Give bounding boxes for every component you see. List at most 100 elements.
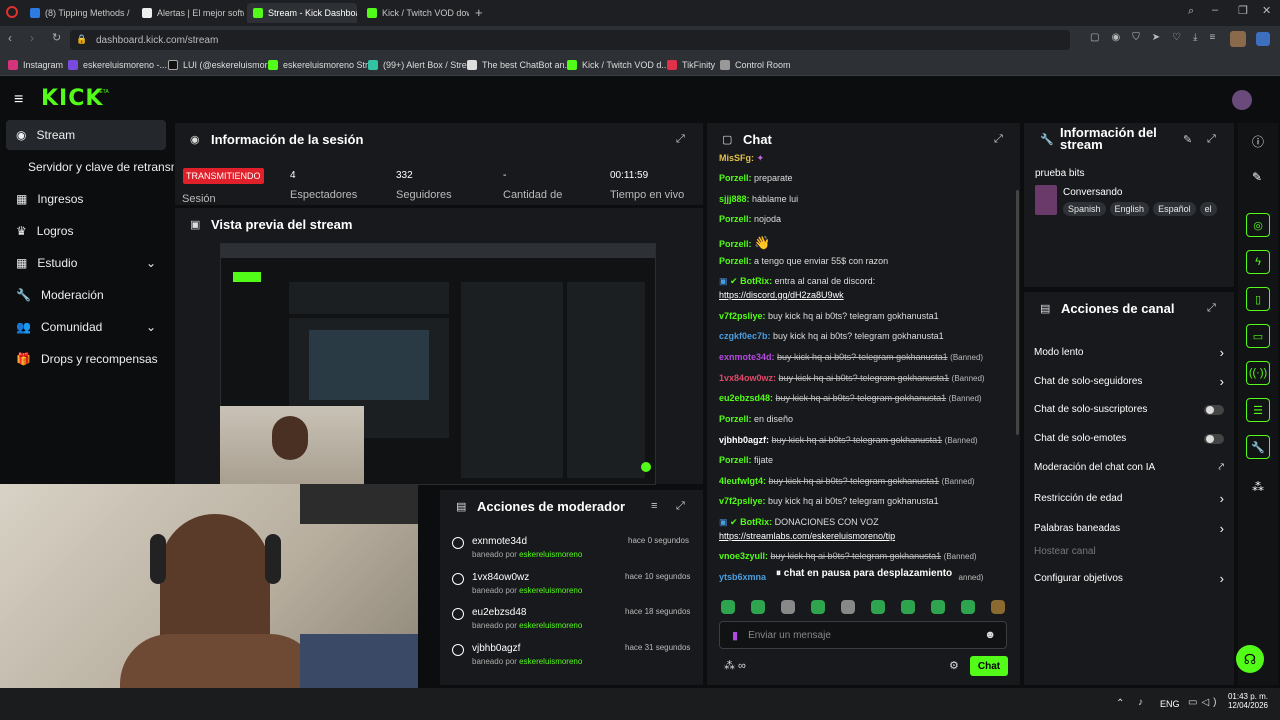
emote-button[interactable] bbox=[751, 600, 765, 614]
popout-icon[interactable]: ⤢ bbox=[1207, 302, 1216, 315]
profile-avatar[interactable] bbox=[1230, 31, 1246, 47]
chat-link-streamlabs[interactable]: https://streamlabs.com/eskereluismoreno/… bbox=[719, 531, 1014, 541]
shield-icon[interactable]: ⛉ bbox=[1132, 32, 1140, 43]
emote-button[interactable] bbox=[901, 600, 915, 614]
chat-link-discord[interactable]: https://discord.gg/dH2za8U9wk bbox=[719, 290, 1014, 300]
action-emotes-only[interactable]: Chat de solo-emotes bbox=[1034, 433, 1224, 444]
mod-action-row[interactable]: 1vx84ow0wz baneado por eskereluismoreno … bbox=[450, 570, 695, 604]
sidebar-item-estudio[interactable]: ▦ Estudio ⌄ bbox=[6, 248, 166, 278]
emote-button[interactable] bbox=[781, 600, 795, 614]
emotes-only-toggle[interactable] bbox=[1204, 433, 1224, 444]
download-icon[interactable]: ⤓ bbox=[1193, 32, 1197, 43]
rail-button-broadcast[interactable]: ((·)) bbox=[1246, 361, 1270, 385]
sidebar-item-server-key[interactable]: Servidor y clave de retransmisión bbox=[18, 152, 174, 182]
opera-logo-icon[interactable] bbox=[6, 6, 18, 18]
popout-icon[interactable]: ⤢ bbox=[676, 500, 685, 513]
rail-button-chat[interactable]: ▭ bbox=[1246, 324, 1270, 348]
popout-icon[interactable]: ⤢ bbox=[994, 133, 1003, 146]
chat-message-banned[interactable]: vjbhb0agzf: buy kick hq ai b0ts? telegra… bbox=[719, 435, 1014, 445]
popout-icon[interactable]: ⤢ bbox=[1207, 133, 1216, 146]
chat-message[interactable]: Porzell: nojoda bbox=[719, 214, 1014, 224]
bookmark-instagram[interactable]: Instagram bbox=[8, 58, 63, 72]
apps-icon[interactable]: ⁂ bbox=[1252, 480, 1264, 494]
action-age-restriction[interactable]: Restricción de edad › bbox=[1034, 491, 1224, 506]
rail-button-list[interactable]: ☰ bbox=[1246, 398, 1270, 422]
user-avatar[interactable] bbox=[1232, 90, 1252, 110]
chat-message[interactable]: Porzell: en diseño bbox=[719, 414, 1014, 424]
close-icon[interactable]: ✕ bbox=[1262, 4, 1271, 17]
chat-message-bot[interactable]: ▣ ✔ BotRix: entra al canal de discord: bbox=[719, 276, 1014, 287]
chat-message-banned[interactable]: 1vx84ow0wz: buy kick hq ai b0ts? telegra… bbox=[719, 373, 1014, 383]
action-followers-only[interactable]: Chat de solo-seguidores › bbox=[1034, 374, 1224, 389]
emote-button[interactable] bbox=[991, 600, 1005, 614]
emote-button[interactable] bbox=[931, 600, 945, 614]
info-icon[interactable]: ⓘ bbox=[1252, 133, 1264, 150]
action-banned-words[interactable]: Palabras baneadas › bbox=[1034, 521, 1224, 536]
rail-button-camera[interactable]: ◎ bbox=[1246, 213, 1270, 237]
emote-button[interactable] bbox=[721, 600, 735, 614]
settings-gear-icon[interactable]: ⚙ bbox=[949, 659, 959, 672]
menu-icon[interactable]: ≡ bbox=[1209, 32, 1215, 43]
bookmark-vod[interactable]: Kick / Twitch VOD d... bbox=[567, 58, 669, 72]
clock[interactable]: 01:43 p. m. 12/04/2026 bbox=[1224, 692, 1268, 710]
sidebar-item-stream[interactable]: ◉ Stream bbox=[6, 120, 166, 150]
rail-button-bolt[interactable]: ϟ bbox=[1246, 250, 1270, 274]
chat-message[interactable]: Porzell: 👋 bbox=[719, 235, 1014, 251]
sidebar-item-ingresos[interactable]: ▦ Ingresos bbox=[6, 184, 166, 214]
kick-logo[interactable]: KICK bbox=[41, 86, 103, 111]
support-headset-button[interactable]: ☊ bbox=[1236, 645, 1264, 673]
filter-icon[interactable]: ≡ bbox=[651, 500, 657, 512]
chat-message[interactable]: v7f2psliye: buy kick hq ai b0ts? telegra… bbox=[719, 496, 1014, 506]
camera-icon[interactable]: ◉ bbox=[1111, 32, 1120, 43]
emote-button[interactable] bbox=[811, 600, 825, 614]
popout-icon[interactable]: ⤢ bbox=[676, 133, 685, 146]
sidebar-item-moderacion[interactable]: 🔧 Moderación bbox=[6, 280, 166, 310]
emote-button[interactable] bbox=[841, 600, 855, 614]
chat-message[interactable]: czgkf0ec7b: buy kick hq ai b0ts? telegra… bbox=[719, 331, 1014, 341]
chat-message[interactable]: Porzell: fijate bbox=[719, 455, 1014, 465]
screenshot-icon[interactable]: ▢ bbox=[1090, 32, 1099, 43]
chat-message[interactable]: v7f2psliye: buy kick hq ai b0ts? telegra… bbox=[719, 311, 1014, 321]
emote-button[interactable] bbox=[961, 600, 975, 614]
send-icon[interactable]: ➤ bbox=[1152, 32, 1160, 43]
minimize-icon[interactable]: – bbox=[1212, 4, 1218, 16]
back-icon[interactable]: ‹ bbox=[8, 31, 12, 45]
mic-icon[interactable]: ▮ bbox=[732, 629, 738, 642]
reload-icon[interactable]: ↻ bbox=[52, 31, 61, 44]
chat-message[interactable]: Porzell: preparate bbox=[719, 173, 1014, 183]
bookmark-kick[interactable]: eskereluismoreno Str... bbox=[268, 58, 375, 72]
bookmark-chatbot[interactable]: The best ChatBot an... bbox=[467, 58, 572, 72]
hamburger-menu-icon[interactable]: ≡ bbox=[14, 91, 23, 109]
sidebar-item-logros[interactable]: ♛ Logros bbox=[6, 216, 166, 246]
chat-scrollbar[interactable] bbox=[1016, 190, 1019, 435]
edit-pencil-icon[interactable]: ✎ bbox=[1183, 133, 1192, 146]
tray-chevron-icon[interactable]: ⌃ bbox=[1116, 698, 1124, 709]
bookmark-tiktok[interactable]: LUI (@eskereluismor... bbox=[168, 58, 275, 72]
action-slow-mode[interactable]: Modo lento › bbox=[1034, 345, 1224, 360]
subscribers-only-toggle[interactable] bbox=[1204, 404, 1224, 415]
tab-kick-dashboard[interactable]: Stream - Kick Dashboard bbox=[247, 3, 357, 23]
sidebar-item-comunidad[interactable]: 👥 Comunidad ⌄ bbox=[6, 312, 166, 342]
mod-action-row[interactable]: vjbhb0agzf baneado por eskereluismoreno … bbox=[450, 641, 695, 675]
tab-tipping[interactable]: (8) Tipping Methods / Str bbox=[24, 3, 132, 23]
chat-message-banned[interactable]: exnmote34d: buy kick hq ai b0ts? telegra… bbox=[719, 352, 1014, 362]
tab-alertas[interactable]: Alertas | El mejor software bbox=[136, 3, 244, 23]
emoji-icon[interactable]: ☻ bbox=[984, 629, 996, 641]
bookmark-youtube[interactable]: eskereluismoreno -... bbox=[68, 58, 167, 72]
language-indicator[interactable]: ENG bbox=[1160, 699, 1180, 709]
sidebar-item-drops[interactable]: 🎁 Drops y recompensas bbox=[6, 344, 166, 374]
emote-button[interactable] bbox=[871, 600, 885, 614]
mod-action-row[interactable]: exnmote34d baneado por eskereluismoreno … bbox=[450, 534, 695, 568]
chat-message[interactable]: MisSFg: ✦ bbox=[719, 153, 1014, 164]
heart-icon[interactable]: ♡ bbox=[1172, 32, 1181, 43]
mod-action-row[interactable]: eu2ebzsd48 baneado por eskereluismoreno … bbox=[450, 605, 695, 639]
pencil-icon[interactable]: ✎ bbox=[1252, 170, 1262, 184]
tray-icons[interactable]: ▭◁) bbox=[1188, 697, 1220, 708]
action-ai-moderation[interactable]: Moderación del chat con IA ⤤ bbox=[1034, 462, 1224, 473]
send-chat-button[interactable]: Chat bbox=[970, 656, 1008, 676]
chat-message-bot[interactable]: ▣ ✔ BotRix: DONACIONES CON VOZ bbox=[719, 517, 1014, 528]
chat-message[interactable]: sjjj888: háblame lui bbox=[719, 194, 1014, 204]
action-goals[interactable]: Configurar objetivos › bbox=[1034, 571, 1224, 586]
action-subscribers-only[interactable]: Chat de solo-suscriptores bbox=[1034, 404, 1224, 415]
extension-icon[interactable] bbox=[1256, 32, 1270, 46]
